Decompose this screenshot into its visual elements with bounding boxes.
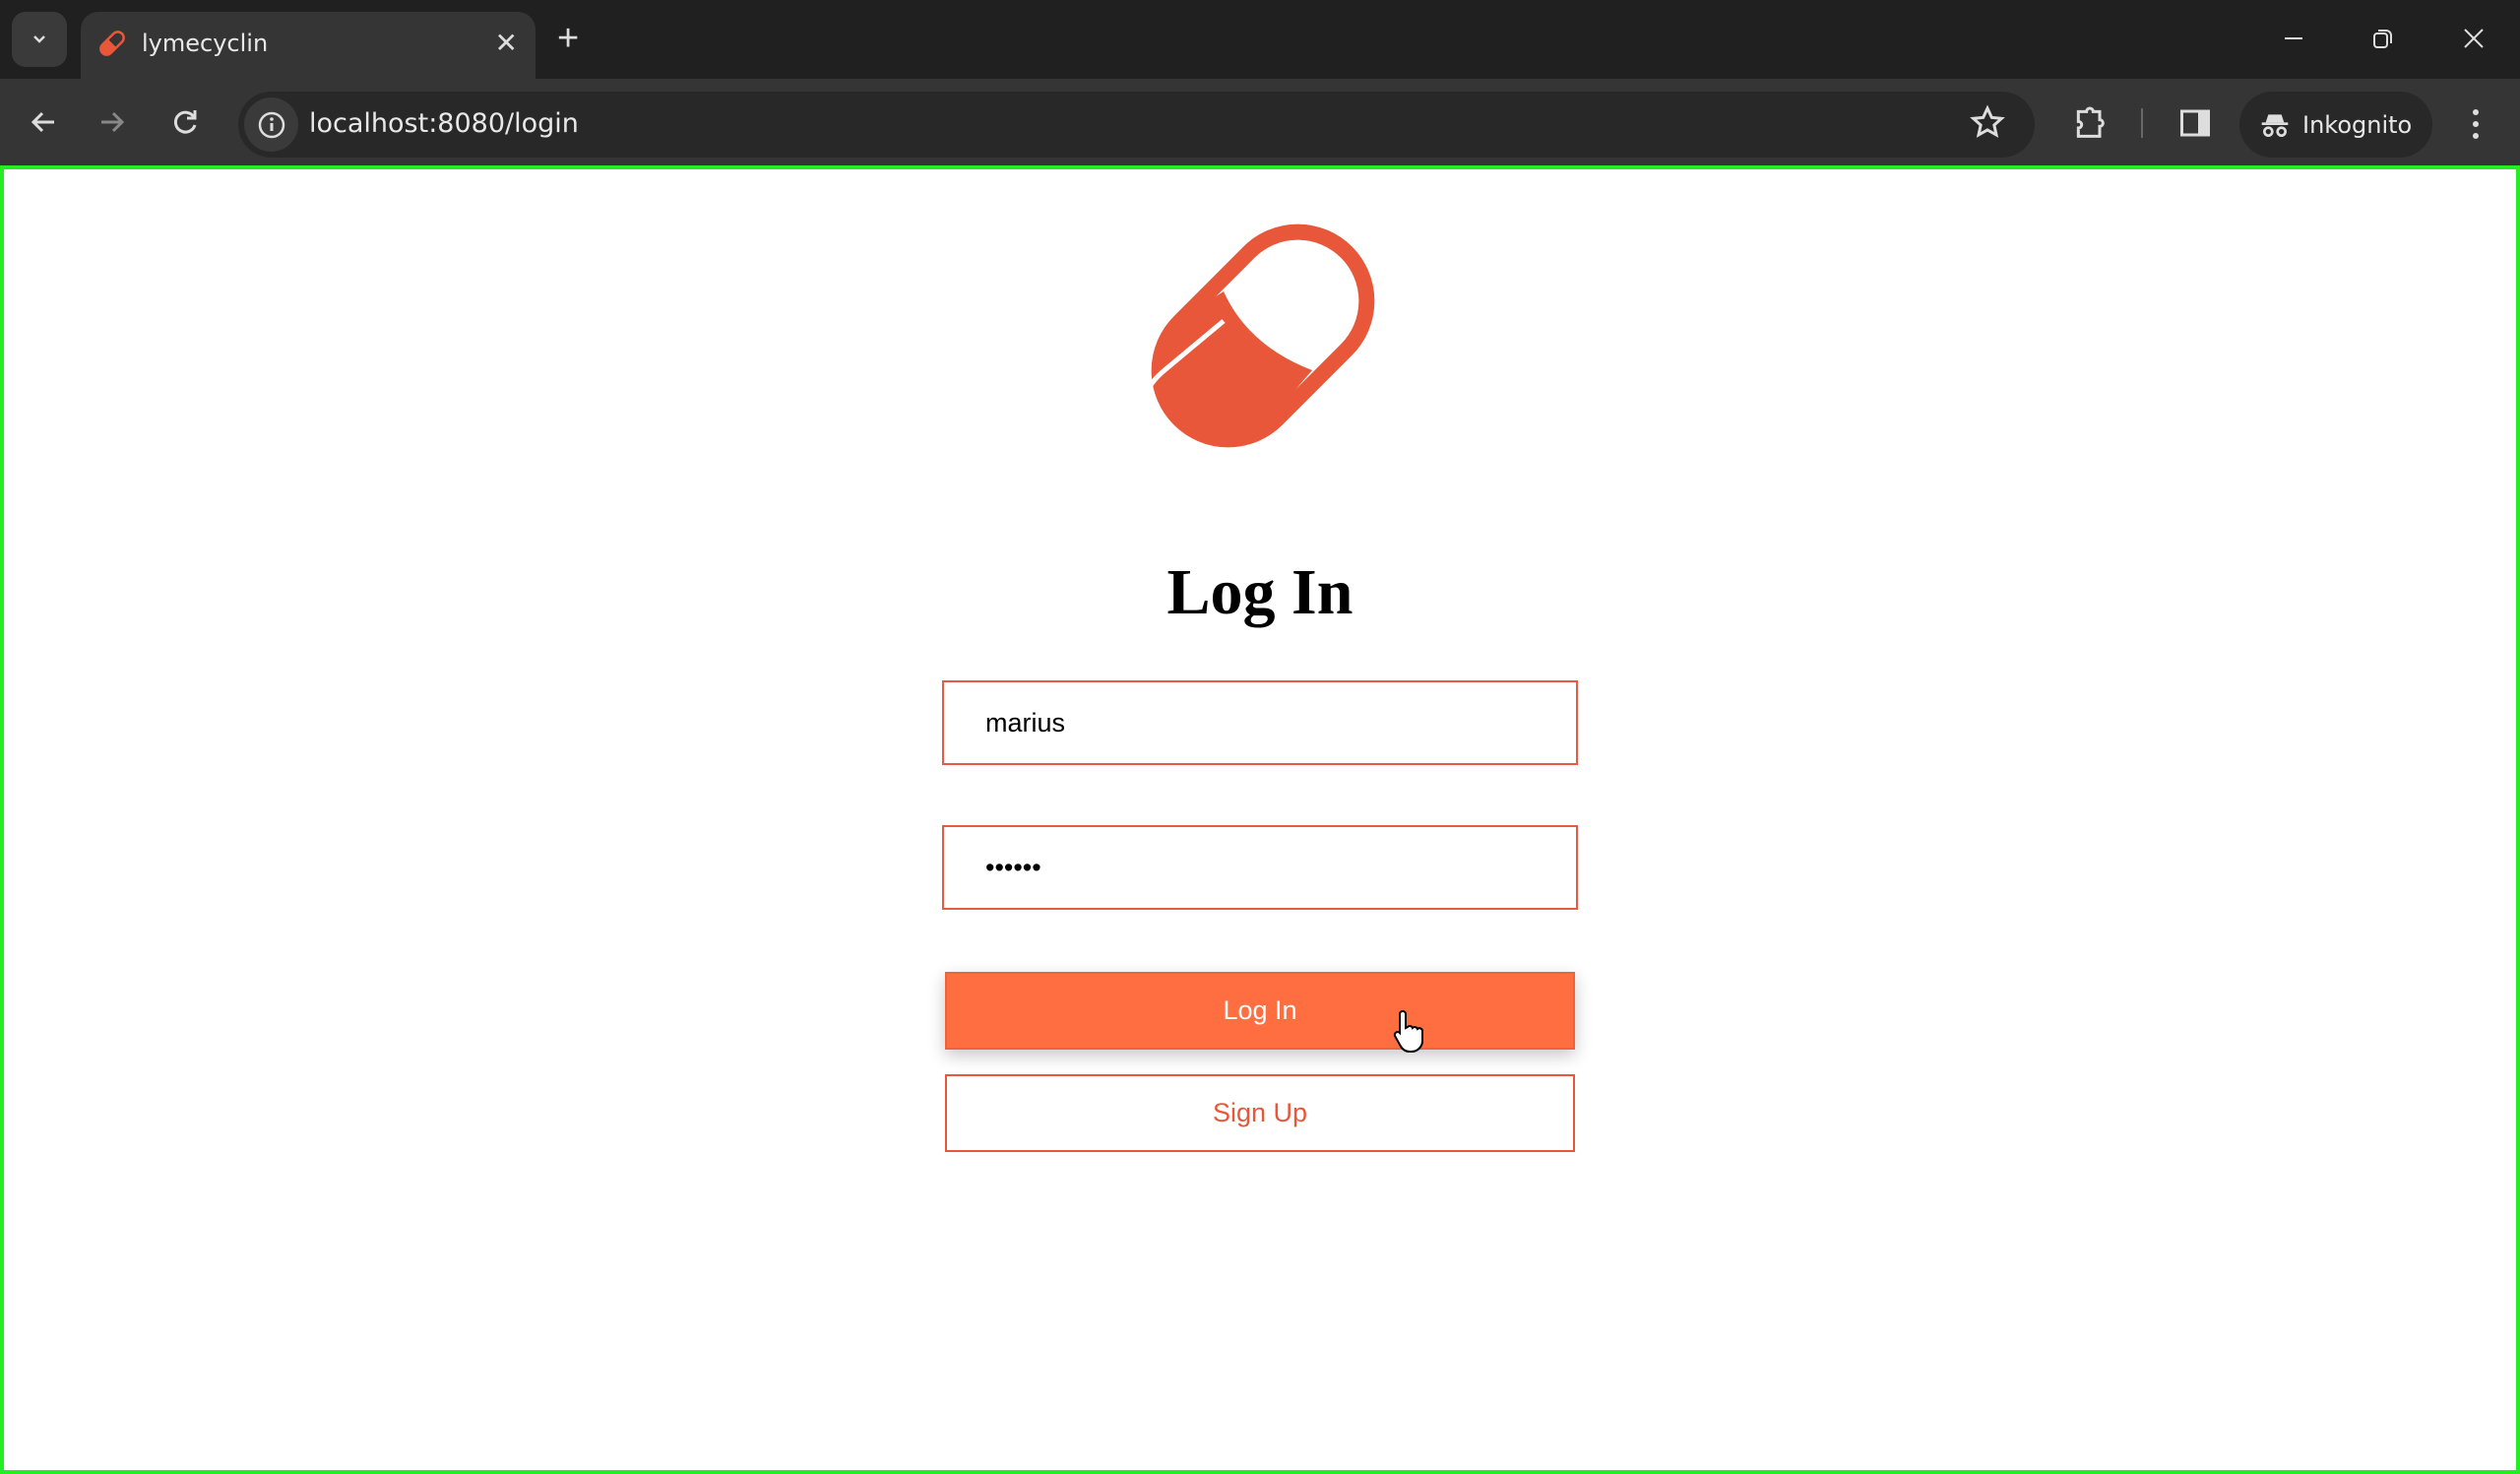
url-text[interactable]: localhost:8080/login — [309, 105, 579, 143]
toolbar: localhost:8080/login Inkognito — [0, 79, 2520, 165]
pill-logo-icon — [1130, 224, 1375, 469]
password-input[interactable]: •••••• — [942, 825, 1578, 910]
reload-button[interactable] — [163, 100, 207, 144]
signup-button[interactable]: Sign Up — [945, 1074, 1575, 1152]
extensions-puzzle-icon[interactable] — [2070, 103, 2110, 143]
page-title: Log In — [1166, 556, 1354, 628]
tab-title: lymecyclin — [142, 30, 269, 57]
hand-cursor-icon — [1393, 1010, 1423, 1053]
minimize-icon — [2285, 37, 2302, 39]
back-button[interactable] — [22, 100, 65, 144]
new-tab-button[interactable]: + — [557, 18, 579, 59]
forward-button[interactable] — [91, 100, 134, 144]
toolbar-divider — [2141, 108, 2143, 138]
incognito-icon — [2261, 113, 2289, 137]
close-tab-icon[interactable]: ✕ — [495, 26, 518, 61]
tab-strip: lymecyclin ✕ + — [0, 0, 2520, 79]
restore-icon — [2373, 30, 2392, 48]
minimize-button[interactable] — [2264, 14, 2323, 63]
bookmark-star-icon[interactable] — [1968, 103, 2007, 143]
login-button[interactable]: Log In — [945, 972, 1575, 1050]
close-window-button[interactable] — [2444, 14, 2503, 63]
side-panel-icon[interactable] — [2177, 105, 2213, 141]
site-info-button[interactable] — [244, 97, 298, 152]
username-input[interactable]: marius — [942, 680, 1578, 765]
reload-icon — [173, 110, 197, 134]
arrow-left-icon — [31, 111, 54, 133]
tab-active[interactable]: lymecyclin ✕ — [81, 12, 536, 79]
pill-favicon-icon — [99, 31, 125, 56]
close-icon — [2464, 29, 2484, 48]
restore-button[interactable] — [2354, 14, 2413, 63]
tab-search-button[interactable] — [12, 12, 67, 67]
profile-label: Inkognito — [2302, 110, 2413, 139]
info-icon — [258, 111, 284, 138]
address-bar[interactable]: localhost:8080/login — [238, 92, 2035, 158]
more-menu-icon[interactable] — [2461, 104, 2490, 144]
arrow-right-icon — [101, 111, 125, 133]
chevron-down-icon — [33, 35, 45, 43]
incognito-profile-button[interactable]: Inkognito — [2239, 92, 2432, 158]
page-viewport: Log In marius •••••• Log In Sign Up — [0, 165, 2520, 1474]
